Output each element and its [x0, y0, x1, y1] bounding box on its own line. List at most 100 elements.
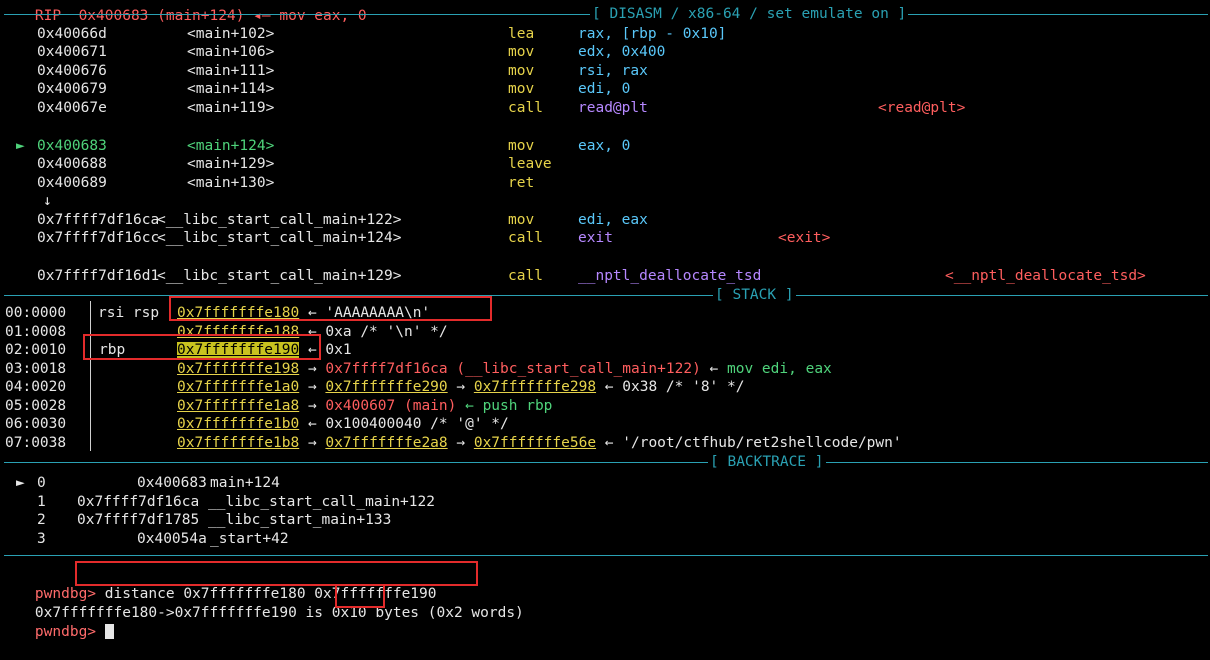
disasm-symbol: <main+106>: [187, 44, 275, 60]
stack-arrow: →: [299, 379, 326, 395]
disasm-symbol: <__libc_start_call_main+124>: [157, 230, 402, 246]
frame-address: 0x400683: [137, 475, 207, 491]
stack-row: 04:0020 0x7fffffffe1a0 → 0x7fffffffe290 →…: [0, 378, 1210, 397]
disasm-address: 0x400689: [37, 175, 107, 191]
prompt-separator: [4, 555, 1208, 556]
frame-symbol: main+124: [210, 475, 280, 491]
highlight-box-rbp: [83, 334, 321, 360]
stack-target: 0x400607 (main): [325, 398, 457, 414]
stack-arrow-2: ← push rbp: [456, 398, 553, 414]
disasm-address: 0x400683: [37, 138, 107, 154]
disasm-operands: edi, 0: [578, 81, 631, 97]
stack-target-2: mov edi, eax: [727, 361, 832, 377]
stack-arrow-2: ←: [700, 361, 728, 377]
frame-symbol: __libc_start_main+133: [208, 512, 392, 528]
stack-arrow: →: [299, 361, 326, 377]
stack-offset: 04:0020: [5, 379, 67, 395]
stack-arrow-2: →: [447, 435, 474, 451]
frame-address: 0x7ffff7df16ca: [77, 494, 200, 510]
frame-index: 3: [37, 531, 46, 547]
disasm-symbol: <main+119>: [187, 100, 275, 116]
stack-target: 0x7fffffffe2a8: [325, 435, 448, 451]
backtrace-frame: 3 0x40054a _start+42: [0, 530, 1210, 549]
frame-symbol: _start+42: [210, 531, 289, 547]
rip-register-text: RIP 0x400683 (main+124) ◂— mov eax, 0: [34, 7, 367, 24]
backtrace-frame: ► 0 0x400683 main+124: [0, 474, 1210, 493]
stack-address: 0x7fffffffe198: [177, 361, 300, 377]
disasm-address: ↓: [43, 193, 52, 209]
stack-value: ← '/root/ctfhub/ret2shellcode/pwn': [596, 435, 902, 451]
stack-target-2: 0x7fffffffe298: [473, 379, 597, 395]
stack-offset: 06:0030: [5, 416, 67, 432]
disasm-mnemonic: call: [508, 230, 543, 246]
disasm-mnemonic: call: [508, 268, 543, 284]
disasm-row: 0x400676 <main+111> mov rsi, rax: [0, 62, 1210, 81]
current-instruction-marker: ►: [16, 138, 25, 154]
stack-row: 07:0038 0x7fffffffe1b8 → 0x7fffffffe2a8 →…: [0, 434, 1210, 453]
frame-index: 0: [37, 475, 46, 491]
disasm-symbol: <main+111>: [187, 63, 275, 79]
stack-row: 05:0028 0x7fffffffe1a8 → 0x400607 (main) …: [0, 397, 1210, 416]
stack-address: 0x7fffffffe1b0: [177, 416, 300, 432]
disasm-address: 0x400676: [37, 63, 107, 79]
highlight-box-command: [75, 561, 478, 586]
stack-target-2: 0x7fffffffe56e: [473, 435, 597, 451]
stack-offset: 02:0010: [5, 342, 67, 358]
terminal-cursor[interactable]: [104, 623, 114, 639]
disasm-mnemonic: mov: [508, 81, 535, 97]
disasm-mnemonic: mov: [508, 44, 535, 60]
disasm-operands: eax, 0: [578, 138, 631, 154]
stack-entry: 0x7fffffffe198 → 0x7ffff7df16ca (__libc_…: [177, 360, 832, 379]
stack-address: 0x7fffffffe1a0: [177, 379, 300, 395]
prompt-label-2: pwndbg>: [34, 623, 97, 640]
disasm-address: 0x7ffff7df16cc: [37, 230, 160, 246]
stack-row: 06:0030 0x7fffffffe1b0 ← 0x100400040 /* '…: [0, 415, 1210, 434]
disasm-operands: exit: [578, 230, 613, 246]
disasm-address: 0x400679: [37, 81, 107, 97]
stack-offset: 03:0018: [5, 361, 67, 377]
disasm-address: 0x40067e: [37, 100, 107, 116]
highlight-box-rsp: [169, 296, 492, 321]
stack-offset: 05:0028: [5, 398, 67, 414]
disasm-symbol: <main+130>: [187, 175, 275, 191]
stack-entry: 0x7fffffffe1b0 ← 0x100400040 /* '@' */: [177, 415, 509, 434]
current-frame-marker: ►: [16, 475, 25, 491]
disasm-row: 0x40067e <main+119> call read@plt <read@plt>: [0, 99, 1210, 118]
disasm-mnemonic: leave: [508, 156, 552, 172]
disasm-mnemonic: call: [508, 100, 543, 116]
disasm-operands: __nptl_deallocate_tsd: [578, 268, 762, 284]
backtrace-section-title: [ BACKTRACE ]: [708, 453, 826, 472]
stack-offset: 01:0008: [5, 324, 67, 340]
stack-address: 0x7fffffffe1a8: [177, 398, 300, 414]
disasm-operands: edx, 0x400: [578, 44, 666, 60]
stack-offset: 00:0000: [5, 305, 67, 321]
disasm-annotation: <read@plt>: [878, 100, 966, 116]
pwndbg-terminal: RIP 0x400683 (main+124) ◂— mov eax, 0 [ …: [0, 0, 1210, 640]
frame-address: 0x7ffff7df1785: [77, 512, 200, 528]
stack-section-title: [ STACK ]: [713, 286, 796, 305]
disasm-operands: rax, [rbp - 0x10]: [578, 26, 727, 42]
disasm-section-title: [ DISASM / x86-64 / set emulate on ]: [590, 5, 909, 24]
stack-value: ← 0x100400040 /* '@' */: [299, 416, 509, 432]
disasm-row: ↓: [0, 192, 1210, 211]
disasm-symbol: <main+102>: [187, 26, 275, 42]
active-prompt-line[interactable]: pwndbg>: [0, 604, 1210, 640]
disasm-row: 0x7ffff7df16ca <__libc_start_call_main+12…: [0, 211, 1210, 230]
disasm-mnemonic: ret: [508, 175, 535, 191]
backtrace-frame: 2 0x7ffff7df1785 __libc_start_main+133: [0, 511, 1210, 530]
frame-index: 1: [37, 494, 46, 510]
stack-entry: 0x7fffffffe1b8 → 0x7fffffffe2a8 → 0x7fff…: [177, 434, 902, 453]
stack-target: 0x7fffffffe290: [325, 379, 448, 395]
disasm-row: 0x7ffff7df16cc <__libc_start_call_main+12…: [0, 229, 1210, 248]
disasm-address: 0x40066d: [37, 26, 107, 42]
disasm-operands: read@plt: [578, 100, 648, 116]
backtrace-separator: [4, 462, 1208, 463]
stack-target: 0x7ffff7df16ca (__libc_start_call_main+1…: [325, 361, 701, 377]
disasm-symbol: <main+129>: [187, 156, 275, 172]
disasm-annotation: <__nptl_deallocate_tsd>: [945, 268, 1146, 284]
disasm-mnemonic: mov: [508, 138, 535, 154]
stack-register-tags: rsi rsp: [98, 305, 160, 321]
disasm-symbol: <__libc_start_call_main+129>: [157, 268, 402, 284]
disasm-row: 0x40066d <main+102> lea rax, [rbp - 0x10]: [0, 25, 1210, 44]
disasm-row: 0x400688 <main+129> leave: [0, 155, 1210, 174]
